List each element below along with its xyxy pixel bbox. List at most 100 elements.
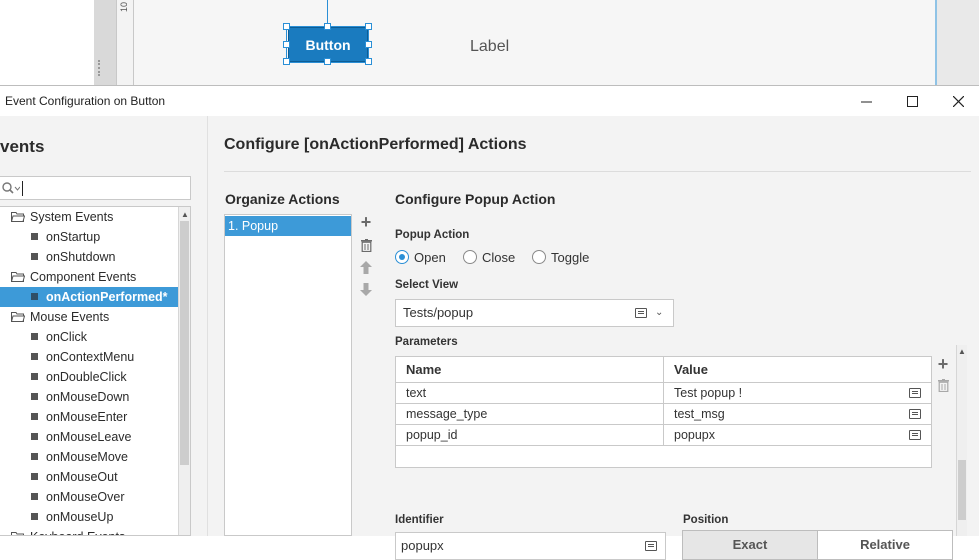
property-binding-icon[interactable] (909, 409, 921, 419)
position-label: Position (683, 514, 729, 526)
tree-item-label: onDoubleClick (46, 370, 127, 384)
tree-item-onshutdown[interactable]: onShutdown (0, 247, 179, 267)
resize-handle-ne[interactable] (365, 23, 372, 30)
resize-handle-se[interactable] (365, 58, 372, 65)
radio-open[interactable]: Open (395, 248, 446, 266)
designer-canvas-area: 10 Button Label (0, 0, 979, 85)
event-leaf-icon (31, 513, 38, 520)
scrollbar-thumb[interactable] (958, 460, 966, 520)
identifier-value: popupx (401, 538, 444, 553)
tree-item-oncontextmenu[interactable]: onContextMenu (0, 347, 179, 367)
table-row[interactable]: text Test popup ! (396, 383, 931, 404)
config-scrollbar[interactable]: ▲ (956, 345, 967, 536)
scrollbar-thumb[interactable] (180, 221, 189, 465)
tree-item-onmouseup[interactable]: onMouseUp (0, 507, 179, 527)
tree-item-label: System Events (30, 210, 114, 224)
minimize-icon (860, 101, 872, 102)
divider (224, 171, 971, 172)
resize-handle-sw[interactable] (283, 58, 290, 65)
tree-item-label: onClick (46, 330, 87, 344)
minimize-button[interactable] (843, 86, 889, 116)
column-header-value[interactable]: Value (674, 357, 708, 383)
add-icon[interactable]: + (358, 213, 374, 231)
tree-item-label: onMouseOut (46, 470, 118, 484)
tree-item-label: Mouse Events (30, 310, 110, 324)
resize-handle-s[interactable] (324, 58, 331, 65)
tree-folder-system-events[interactable]: System Events (0, 207, 179, 227)
event-leaf-icon (31, 493, 38, 500)
param-name[interactable]: message_type (406, 404, 487, 425)
delete-icon[interactable] (361, 239, 372, 252)
table-row[interactable]: message_type test_msg (396, 404, 931, 425)
tree-item-onmouseover[interactable]: onMouseOver (0, 487, 179, 507)
tree-folder-component-events[interactable]: Component Events (0, 267, 179, 287)
tree-item-label: Component Events (30, 270, 137, 284)
identifier-input[interactable]: popupx (395, 532, 666, 560)
events-heading: vents (0, 137, 45, 156)
delete-icon[interactable] (938, 379, 949, 392)
events-tree[interactable]: System Events onStartup onShutdown Compo… (0, 206, 191, 536)
folder-open-icon (11, 212, 25, 222)
dialog-title: Event Configuration on Button (5, 94, 166, 108)
move-up-icon[interactable] (360, 261, 372, 274)
tree-item-onmouseleave[interactable]: onMouseLeave (0, 427, 179, 447)
tree-item-onmouseout[interactable]: onMouseOut (0, 467, 179, 487)
dialog-titlebar[interactable]: Event Configuration on Button (0, 86, 979, 116)
param-value[interactable]: Test popup ! (674, 383, 742, 404)
param-value[interactable]: test_msg (674, 404, 725, 425)
tree-item-onactionperformed[interactable]: onActionPerformed* (0, 287, 179, 307)
add-icon[interactable]: + (935, 355, 951, 373)
radio-indicator (532, 250, 546, 264)
parameters-table[interactable]: Name Value text Test popup ! message_typ… (395, 356, 932, 468)
tree-item-ondoubleclick[interactable]: onDoubleClick (0, 367, 179, 387)
resize-grip[interactable] (98, 60, 102, 76)
property-binding-icon[interactable] (909, 430, 921, 440)
actions-list[interactable]: 1. Popup (224, 214, 352, 536)
tree-item-label: onShutdown (46, 250, 116, 264)
radio-close[interactable]: Close (463, 248, 515, 266)
resize-handle-n[interactable] (324, 23, 331, 30)
view-canvas[interactable] (134, 0, 937, 85)
tree-item-onmouseenter[interactable]: onMouseEnter (0, 407, 179, 427)
resize-handle-e[interactable] (365, 41, 372, 48)
tree-item-onmousemove[interactable]: onMouseMove (0, 447, 179, 467)
scroll-up-icon[interactable]: ▲ (958, 347, 966, 356)
param-name[interactable]: text (406, 383, 426, 404)
property-binding-icon[interactable] (645, 541, 657, 551)
tree-folder-mouse-events[interactable]: Mouse Events (0, 307, 179, 327)
tree-item-label: onContextMenu (46, 350, 135, 364)
position-exact-button[interactable]: Exact (683, 531, 818, 559)
property-binding-icon[interactable] (909, 388, 921, 398)
property-binding-icon[interactable] (635, 308, 647, 318)
tree-item-onstartup[interactable]: onStartup (0, 227, 179, 247)
position-relative-button[interactable]: Relative (818, 531, 952, 559)
events-pane: vents System Events onStartup onShutdown (0, 116, 208, 536)
param-name[interactable]: popup_id (406, 425, 457, 446)
events-tree-scrollbar[interactable]: ▲ (178, 207, 190, 535)
move-down-icon[interactable] (360, 283, 372, 296)
event-leaf-icon (31, 453, 38, 460)
event-leaf-icon (31, 333, 38, 340)
close-button[interactable] (935, 86, 979, 116)
organize-actions-heading: Organize Actions (225, 191, 340, 207)
tree-item-onmousedown[interactable]: onMouseDown (0, 387, 179, 407)
maximize-button[interactable] (889, 86, 935, 116)
event-leaf-icon (31, 253, 38, 260)
scroll-up-icon[interactable]: ▲ (181, 210, 189, 219)
action-item-popup[interactable]: 1. Popup (225, 216, 351, 236)
resize-handle-w[interactable] (283, 41, 290, 48)
event-leaf-icon (31, 413, 38, 420)
search-icon (2, 182, 20, 194)
vertical-ruler: 10 (116, 0, 134, 85)
table-row[interactable]: popup_id popupx (396, 425, 931, 446)
param-value[interactable]: popupx (674, 425, 715, 446)
resize-handle-nw[interactable] (283, 23, 290, 30)
designer-left-blank (0, 0, 94, 85)
column-header-name[interactable]: Name (406, 357, 441, 383)
tree-item-onclick[interactable]: onClick (0, 327, 179, 347)
folder-open-icon (11, 532, 24, 535)
event-search-input[interactable] (0, 176, 191, 200)
radio-toggle[interactable]: Toggle (532, 248, 589, 266)
select-view-dropdown[interactable]: Tests/popup ⌄ (395, 299, 674, 327)
canvas-label-component[interactable]: Label (470, 38, 509, 56)
